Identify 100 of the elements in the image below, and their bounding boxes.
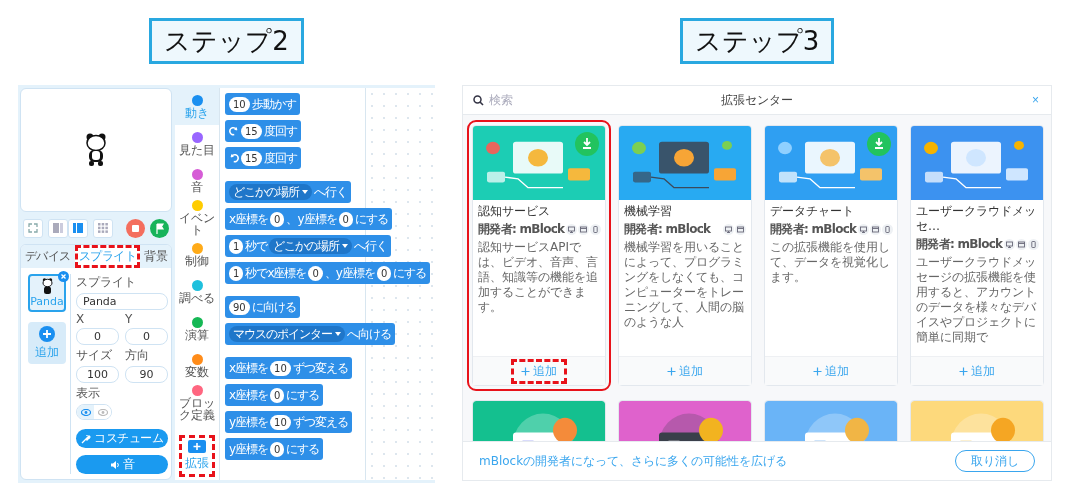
layout-button[interactable] [48, 218, 68, 238]
block-input[interactable]: 0 [338, 211, 353, 227]
sprite-drawing [85, 133, 107, 167]
block-label: へ向ける [347, 325, 391, 343]
stop-icon[interactable] [126, 218, 145, 238]
layout-button[interactable] [68, 218, 88, 238]
code-block[interactable]: 15 度回す [225, 147, 301, 169]
eye-icon [80, 408, 91, 416]
show-toggle[interactable] [77, 405, 94, 419]
speaker-icon [109, 459, 120, 470]
size-field[interactable]: 100 [76, 366, 119, 383]
x-field[interactable]: 0 [76, 328, 119, 345]
block-input[interactable]: 10 [229, 96, 250, 112]
field-label: X [76, 312, 86, 326]
block-label: へ行く [354, 237, 388, 255]
block-input[interactable]: 0 [270, 211, 285, 227]
category-item[interactable]: イベント [175, 199, 219, 236]
category-item[interactable]: 見た目 [175, 125, 219, 162]
code-block[interactable]: y座標を 10 ずつ変える [225, 411, 352, 433]
layout-icon [73, 223, 83, 233]
dialog-title: 拡張センター [721, 91, 793, 109]
block-input[interactable]: 0 [270, 387, 285, 403]
block-label: ずつ変える [292, 413, 348, 431]
step-label: ステップ3 [679, 18, 835, 64]
category-item[interactable]: 変数 [175, 347, 219, 384]
card-title: 機械学習 [624, 204, 673, 219]
category-item[interactable]: 調べる [175, 273, 219, 310]
block-label: y座標を [229, 413, 269, 431]
block-input[interactable]: 1 [229, 265, 244, 281]
name-field[interactable]: Panda [76, 293, 168, 310]
block-input[interactable]: 10 [270, 360, 291, 376]
code-block[interactable]: どこかの場所 へ行く [225, 181, 351, 203]
fullscreen-button[interactable] [23, 218, 43, 238]
developer-label: 開発者: mBlock [478, 221, 565, 238]
direction-field[interactable]: 90 [125, 366, 168, 383]
block-input[interactable]: 0 [308, 265, 323, 281]
y-field[interactable]: 0 [125, 328, 168, 345]
grid-button[interactable] [93, 218, 113, 238]
card-description: この拡張機能を使用して、データを視覚化します。 [770, 240, 891, 285]
field-label: サイズ [76, 347, 113, 364]
category-item[interactable]: 制御 [175, 236, 219, 273]
phone-icon [1028, 239, 1040, 250]
rotate-right-icon [229, 126, 239, 136]
category-item[interactable]: 演算 [175, 310, 219, 347]
search-icon [473, 94, 484, 106]
block-label: x座標を [229, 210, 269, 228]
block-label: にする [286, 386, 320, 404]
code-block[interactable]: 15 度回す [225, 120, 301, 142]
monitor-icon [1004, 239, 1016, 250]
code-block[interactable]: 90 に向ける [225, 296, 300, 318]
block-input[interactable]: 0 [270, 441, 285, 457]
download-icon[interactable] [867, 132, 891, 156]
field-label: 表示 [76, 385, 101, 402]
layout-icon [53, 223, 63, 233]
block-dropdown[interactable]: マウスのポインター [229, 326, 345, 342]
eye-icon [97, 408, 108, 416]
plus-icon [39, 325, 55, 342]
block-input[interactable]: 0 [376, 265, 392, 281]
code-block[interactable]: y座標を 0 にする [225, 438, 324, 460]
code-block[interactable]: マウスのポインター へ向ける [225, 323, 395, 345]
step-label: ステップ2 [149, 18, 304, 64]
code-block[interactable]: x座標を 0 にする [225, 384, 324, 406]
delete-icon[interactable] [58, 271, 69, 282]
block-input[interactable]: 15 [241, 150, 262, 166]
block-label: 、y座標を [324, 264, 375, 282]
field-label: スプライト [76, 274, 137, 291]
card-title: データチャート [770, 204, 855, 219]
category-item[interactable]: 音 [175, 162, 219, 199]
block-label: に向ける [251, 298, 296, 316]
brush-icon [81, 433, 91, 444]
flag-icon[interactable] [150, 218, 169, 238]
download-icon[interactable] [575, 132, 599, 156]
grid-icon [98, 223, 108, 233]
category-item[interactable]: ブロック定義 [175, 384, 219, 421]
block-dropdown[interactable]: どこかの場所 [269, 238, 353, 254]
window-icon [1016, 239, 1028, 250]
block-input[interactable]: 15 [241, 123, 262, 139]
block-dropdown[interactable]: どこかの場所 [229, 184, 312, 200]
card-title: 認知サービス [478, 204, 551, 219]
block-input[interactable]: 90 [229, 299, 250, 315]
window-icon [735, 224, 746, 235]
card-description: 認知サービスAPIでは、ビデオ、音声、言語、知識等の機能を追加することができます。 [478, 240, 599, 315]
block-input[interactable]: 10 [270, 414, 291, 430]
block-input[interactable]: 1 [229, 238, 244, 254]
developer-label: 開発者: mBlock [916, 236, 1003, 253]
window-icon [870, 224, 882, 235]
plus-icon [188, 440, 206, 453]
tab[interactable]: デバイス [21, 245, 75, 268]
block-label: x座標を [229, 386, 269, 404]
block-label: にする [393, 264, 427, 282]
code-block[interactable]: 10 歩動かす [225, 93, 300, 115]
block-label: 秒で [245, 237, 268, 255]
code-block[interactable]: x座標を 10 ずつ変える [225, 357, 352, 379]
card-description: ユーザークラウドメッセージの拡張機能を使用すると、アカウントのデータを様々なデバイスやプロジェクトに簡単に同期で [916, 255, 1037, 345]
monitor-icon [566, 224, 578, 235]
block-label: 度回す [263, 149, 297, 167]
tab[interactable]: 背景 [140, 245, 171, 268]
code-block[interactable]: 1 秒でx座標を 0 、y座標を 0 にする [225, 262, 431, 284]
code-block[interactable]: 1 秒で どこかの場所 へ行く [225, 235, 392, 257]
code-block[interactable]: x座標を 0 、y座標を 0 にする [225, 208, 392, 230]
